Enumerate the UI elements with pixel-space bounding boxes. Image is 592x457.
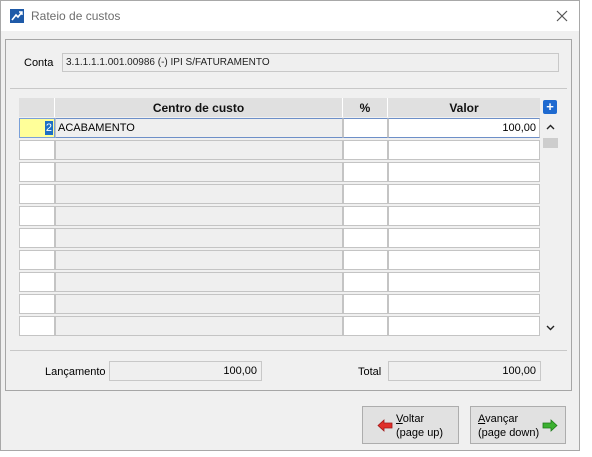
back-button-label: Voltar (page up) [396,413,444,439]
cell-centro-de-custo[interactable] [55,316,343,336]
title-bar[interactable]: Rateio de custos [1,1,579,31]
cell-valor[interactable] [388,294,540,314]
cell-centro-de-custo[interactable] [55,228,343,248]
cell-percent[interactable] [343,206,388,226]
cell-code[interactable] [19,162,55,182]
cell-code[interactable] [19,316,55,336]
cell-percent[interactable] [343,140,388,160]
total-label: Total [358,366,382,378]
cell-valor-value: 100,00 [502,122,536,134]
cell-percent[interactable] [343,316,388,336]
cell-percent[interactable] [343,272,388,292]
cell-code[interactable] [19,294,55,314]
cell-percent[interactable] [343,184,388,204]
back-button[interactable]: Voltar (page up) [362,406,459,444]
cell-centro-de-custo[interactable] [55,272,343,292]
cell-valor[interactable] [388,162,540,182]
cell-valor[interactable] [388,206,540,226]
conta-label: Conta [24,57,54,69]
cell-valor[interactable] [388,228,540,248]
cell-percent[interactable] [343,250,388,270]
cell-valor[interactable] [388,140,540,160]
arrow-right-icon [542,419,558,432]
add-row-button[interactable]: + [543,100,557,114]
arrow-left-icon [377,419,393,432]
cell-valor[interactable]: 100,00 [388,118,540,138]
cell-code[interactable] [19,184,55,204]
scroll-thumb[interactable] [543,138,558,148]
cell-percent[interactable] [343,294,388,314]
col-header-valor[interactable]: Valor [388,98,540,117]
cell-percent[interactable] [343,118,388,138]
cell-name-value: ACABAMENTO [58,122,135,134]
next-button-label: Avançar (page down) [478,413,540,439]
app-logo-icon [10,9,24,23]
cell-percent[interactable] [343,162,388,182]
divider-bottom [10,350,567,351]
next-button[interactable]: Avançar (page down) [470,406,566,444]
cell-centro-de-custo[interactable] [55,294,343,314]
scroll-down-button[interactable] [542,321,558,335]
conta-field[interactable]: 3.1.1.1.1.001.00986 (-) IPI S/FATURAMENT… [62,53,559,72]
total-field[interactable]: 100,00 [388,361,541,381]
window-title: Rateio de custos [31,9,121,23]
cell-percent[interactable] [343,228,388,248]
col-header-centro-de-custo[interactable]: Centro de custo [55,98,343,117]
cell-centro-de-custo[interactable] [55,184,343,204]
cell-centro-de-custo[interactable] [55,140,343,160]
cell-valor[interactable] [388,316,540,336]
grid-header-code [19,98,55,117]
cell-code[interactable] [19,206,55,226]
cell-valor[interactable] [388,272,540,292]
close-button[interactable] [549,4,575,28]
cell-code[interactable] [19,272,55,292]
lancamento-field[interactable]: 100,00 [109,361,262,381]
cell-centro-de-custo[interactable]: ACABAMENTO [55,118,343,138]
cell-code[interactable] [19,228,55,248]
cell-valor[interactable] [388,184,540,204]
divider-top [10,88,567,89]
cell-code[interactable] [19,140,55,160]
cell-valor[interactable] [388,250,540,270]
chevron-down-icon [546,325,554,331]
close-icon [556,10,568,22]
cell-code[interactable] [19,250,55,270]
cell-centro-de-custo[interactable] [55,250,343,270]
grid-scrollbar[interactable] [542,118,558,338]
plus-icon: + [546,99,554,114]
cell-centro-de-custo[interactable] [55,206,343,226]
col-header-percent[interactable]: % [343,98,388,117]
cell-centro-de-custo[interactable] [55,162,343,182]
scroll-up-button[interactable] [542,120,558,134]
chevron-up-icon [546,124,554,130]
cell-code[interactable]: 2 [19,118,55,138]
lancamento-label: Lançamento [45,366,106,378]
grid-header: Centro de custo % Valor [19,98,540,117]
cell-code-value: 2 [44,121,53,135]
